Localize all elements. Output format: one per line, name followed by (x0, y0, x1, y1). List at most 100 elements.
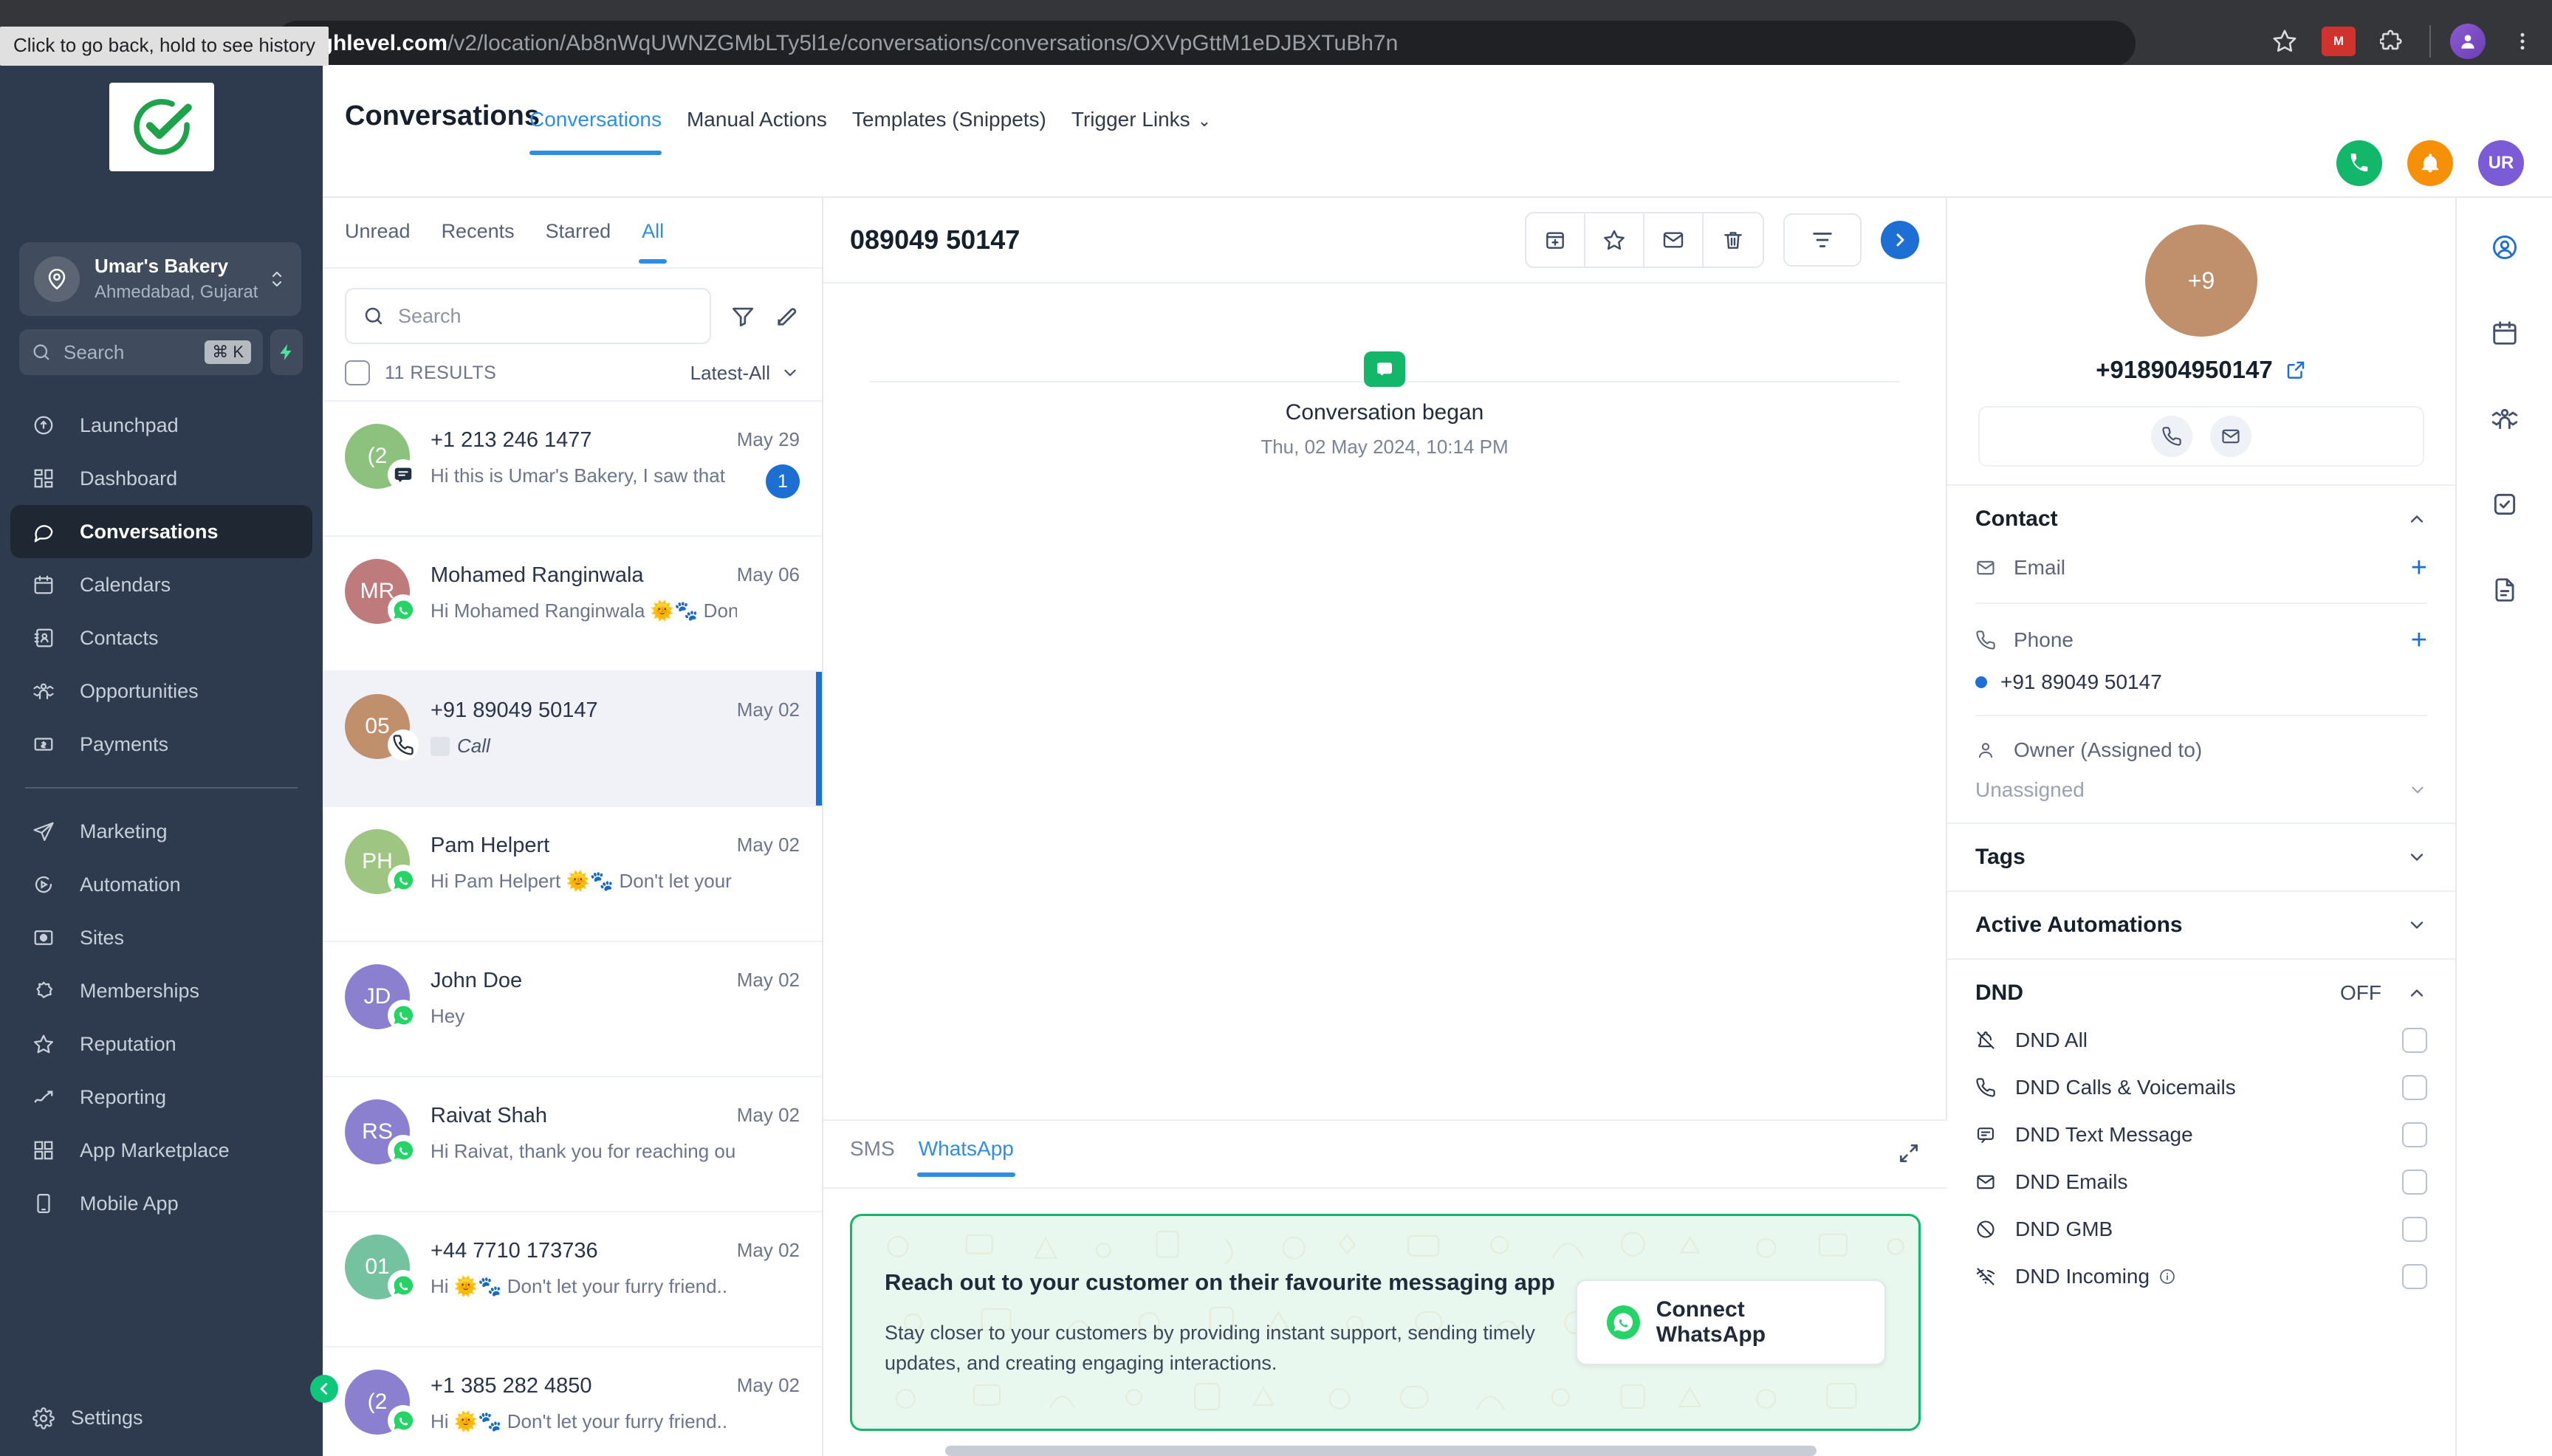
sidebar-collapse-button[interactable] (310, 1375, 338, 1403)
delete-conversation-button[interactable] (1704, 213, 1763, 267)
sidebar-item-conversations[interactable]: Conversations (10, 505, 312, 558)
sidebar-item-memberships[interactable]: Memberships (10, 964, 312, 1017)
rail-contact-icon[interactable] (2477, 220, 2532, 275)
phone-call-button[interactable] (2336, 140, 2382, 186)
select-all-checkbox[interactable] (345, 360, 370, 385)
rail-calendar-icon[interactable] (2477, 306, 2532, 360)
bookmark-star-icon[interactable] (2267, 24, 2302, 59)
quick-actions-bolt-button[interactable] (270, 329, 303, 375)
horizontal-scrollbar[interactable] (945, 1446, 1817, 1456)
conversation-list-item[interactable]: MR Mohamed Ranginwala Hi Mohamed Ranginwal… (323, 537, 822, 672)
sidebar-item-reputation[interactable]: Reputation (10, 1017, 312, 1071)
expand-panel-button[interactable] (1881, 221, 1919, 259)
sort-dropdown[interactable]: Latest-All (690, 362, 800, 385)
conversation-list-item[interactable]: 05 +91 89049 50147 Call May 02 (323, 672, 822, 807)
rail-opportunities-icon[interactable] (2477, 391, 2532, 446)
ban-icon (1975, 1219, 2002, 1240)
dnd-option-row[interactable]: DND GMB (1975, 1217, 2427, 1242)
add-to-folder-button[interactable] (1526, 213, 1585, 267)
dnd-section-header[interactable]: DND OFF (1975, 981, 2427, 1006)
email-contact-button[interactable] (2210, 416, 2251, 457)
automations-section-header[interactable]: Active Automations (1975, 913, 2427, 938)
tags-section-header[interactable]: Tags (1975, 845, 2427, 870)
add-email-button[interactable]: + (2411, 554, 2427, 582)
user-avatar[interactable]: UR (2478, 140, 2524, 186)
address-bar[interactable]: highlevel.com/v2/location/Ab8nWqUWNZGMbL… (275, 21, 2136, 66)
composer-tab-sms[interactable]: SMS (850, 1137, 895, 1177)
browser-menu-icon[interactable] (2505, 24, 2540, 59)
sidebar-item-sites[interactable]: Sites (10, 911, 312, 964)
call-contact-button[interactable] (2151, 416, 2192, 457)
dnd-option-checkbox[interactable] (2402, 1075, 2427, 1100)
chevron-up-icon[interactable] (2407, 509, 2427, 529)
extension-badge-icon[interactable]: M (2322, 27, 2356, 56)
memberships-icon (32, 980, 64, 1002)
tab-trigger-links[interactable]: Trigger Links ⌄ (1071, 108, 1211, 155)
conversation-list-item[interactable]: JD John Doe Hey May 02 (323, 942, 822, 1077)
tab-conversations[interactable]: Conversations (529, 108, 662, 155)
sidebar-item-settings[interactable]: Settings (0, 1407, 323, 1429)
chevron-down-icon[interactable] (2407, 915, 2427, 935)
thread-filter-button[interactable] (1783, 213, 1862, 267)
conversation-search-input[interactable]: Search (345, 288, 711, 344)
conversation-list-item[interactable]: (2 +1 213 246 1477 Hi this is Umar's Baker… (323, 402, 822, 537)
browser-profile-avatar[interactable] (2450, 24, 2486, 59)
tab-templates-snippets[interactable]: Templates (Snippets) (852, 108, 1046, 155)
tab-manual-actions[interactable]: Manual Actions (687, 108, 827, 155)
connect-whatsapp-button[interactable]: Connect WhatsApp (1575, 1280, 1886, 1365)
sidebar-item-marketing[interactable]: Marketing (10, 805, 312, 858)
sidebar-item-mobile-app[interactable]: Mobile App (10, 1177, 312, 1230)
sidebar-item-opportunities[interactable]: Opportunities (10, 665, 312, 718)
dnd-option-row[interactable]: DND All (1975, 1028, 2427, 1053)
dnd-option-checkbox[interactable] (2402, 1170, 2427, 1195)
rail-tasks-icon[interactable] (2477, 477, 2532, 532)
mark-unread-email-button[interactable] (1644, 213, 1704, 267)
dnd-option-row[interactable]: DND Emails (1975, 1170, 2427, 1195)
chevron-down-icon[interactable] (2407, 847, 2427, 868)
sidebar-item-app-marketplace[interactable]: App Marketplace (10, 1124, 312, 1177)
dnd-option-checkbox[interactable] (2402, 1264, 2427, 1289)
conversation-list-item[interactable]: 01 +44 7710 173736 Hi 🌞🐾 Don't let your fu… (323, 1212, 822, 1347)
conversation-list-item[interactable]: (2 +1 385 282 4850 Hi 🌞🐾 Don't let your fu… (323, 1347, 822, 1456)
sidebar-item-automation[interactable]: Automation (10, 858, 312, 911)
conversation-list[interactable]: (2 +1 213 246 1477 Hi this is Umar's Baker… (323, 402, 822, 1456)
filter-tab-recents[interactable]: Recents (442, 220, 515, 264)
rail-documents-icon[interactable] (2477, 563, 2532, 617)
sidebar-item-launchpad[interactable]: Launchpad (10, 399, 312, 452)
location-switcher[interactable]: Umar's Bakery Ahmedabad, Gujarat (19, 242, 301, 316)
dnd-option-checkbox[interactable] (2402, 1122, 2427, 1147)
sidebar-item-calendars[interactable]: Calendars (10, 558, 312, 611)
sidebar-item-dashboard[interactable]: Dashboard (10, 452, 312, 505)
dnd-option-row[interactable]: DND Calls & Voicemails (1975, 1075, 2427, 1100)
open-contact-external-link-icon[interactable] (2285, 359, 2307, 381)
contact-section-header[interactable]: Contact (1975, 506, 2427, 532)
star-conversation-button[interactable] (1585, 213, 1644, 267)
conversation-list-item[interactable]: PH Pam Helpert Hi Pam Helpert 🌞🐾 Don't let… (323, 807, 822, 942)
extensions-puzzle-icon[interactable] (2375, 24, 2410, 59)
composer-tab-whatsapp[interactable]: WhatsApp (916, 1137, 1016, 1177)
sidebar-item-reporting[interactable]: Reporting (10, 1071, 312, 1124)
filter-tab-unread[interactable]: Unread (345, 220, 411, 264)
brand-logo[interactable] (109, 83, 214, 171)
dnd-option-row[interactable]: DND Text Message (1975, 1122, 2427, 1147)
contact-phone-value-row[interactable]: +91 89049 50147 (1975, 670, 2427, 694)
conversation-list-item[interactable]: RS Raivat Shah Hi Raivat, thank you for re… (323, 1077, 822, 1212)
compose-message-button[interactable] (775, 303, 800, 329)
filter-tab-all[interactable]: All (639, 220, 668, 264)
dnd-option-row[interactable]: DND Incoming (1975, 1264, 2427, 1289)
notifications-bell-button[interactable] (2407, 140, 2453, 186)
contact-owner-select[interactable]: Unassigned (1975, 778, 2427, 802)
dnd-option-checkbox[interactable] (2402, 1028, 2427, 1053)
info-icon[interactable] (2158, 1268, 2176, 1285)
filter-tab-starred[interactable]: Starred (546, 220, 611, 264)
chevron-up-icon[interactable] (2407, 983, 2427, 1003)
sidebar-item-contacts[interactable]: Contacts (10, 611, 312, 665)
add-phone-button[interactable]: + (2411, 626, 2427, 654)
filter-tab-label: Recents (441, 220, 515, 242)
sidebar-search-input[interactable]: Search ⌘ K (19, 329, 263, 375)
sidebar-item-payments[interactable]: Payments (10, 718, 312, 771)
filter-funnel-button[interactable] (730, 303, 755, 329)
thread-toolbar (1525, 212, 1919, 268)
expand-composer-icon[interactable] (1897, 1141, 1921, 1165)
dnd-option-checkbox[interactable] (2402, 1217, 2427, 1242)
